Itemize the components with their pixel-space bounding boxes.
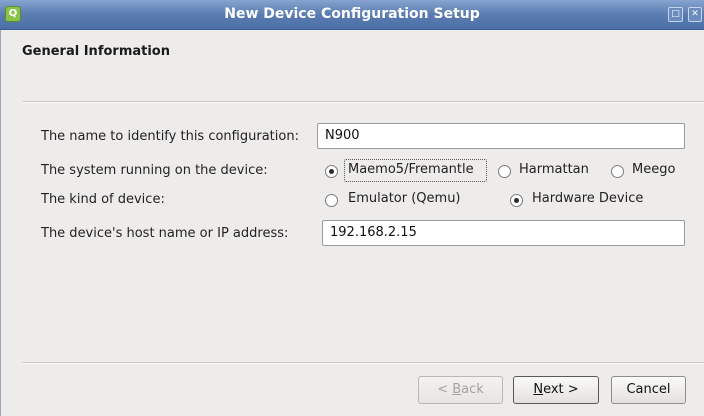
window-title: New Device Configuration Setup xyxy=(224,6,480,22)
device-kind-label: The kind of device: xyxy=(41,192,165,207)
page-title: General Information xyxy=(22,44,170,59)
window-titlebar[interactable]: Q New Device Configuration Setup □ ✕ xyxy=(0,0,704,30)
radio-meego-label[interactable]: Meego xyxy=(632,162,675,177)
back-button-mnemonic: B xyxy=(452,382,462,397)
cancel-button[interactable]: Cancel xyxy=(611,376,686,404)
config-name-label: The name to identify this configuration: xyxy=(41,129,299,144)
config-name-input[interactable]: N900 xyxy=(317,123,685,149)
back-button-label: ack xyxy=(461,382,484,397)
close-icon[interactable]: ✕ xyxy=(688,7,702,22)
next-button-mnemonic: N xyxy=(533,382,544,397)
radio-hardware-device[interactable] xyxy=(510,194,523,207)
radio-meego[interactable] xyxy=(611,165,624,178)
radio-harmattan-label[interactable]: Harmattan xyxy=(519,162,589,177)
minimize-icon[interactable]: □ xyxy=(668,7,683,22)
system-label: The system running on the device: xyxy=(41,163,268,178)
radio-maemo5[interactable] xyxy=(325,165,338,178)
footer-separator xyxy=(23,362,704,364)
next-button-label: ext > xyxy=(543,382,579,397)
wizard-page: General Information The name to identify… xyxy=(0,30,704,416)
page-header: General Information xyxy=(1,30,704,102)
radio-emulator[interactable] xyxy=(325,194,338,207)
back-button[interactable]: < Back xyxy=(418,376,503,404)
radio-harmattan[interactable] xyxy=(498,165,511,178)
radio-hardware-device-label[interactable]: Hardware Device xyxy=(532,191,643,206)
host-label: The device's host name or IP address: xyxy=(41,226,289,241)
host-input[interactable]: 192.168.2.15 xyxy=(322,220,685,246)
next-button[interactable]: Next > xyxy=(513,376,599,404)
radio-emulator-label[interactable]: Emulator (Qemu) xyxy=(348,191,461,206)
radio-maemo5-label[interactable]: Maemo5/Fremantle xyxy=(348,162,474,177)
back-button-prefix: < xyxy=(437,382,453,397)
header-separator xyxy=(23,101,704,103)
